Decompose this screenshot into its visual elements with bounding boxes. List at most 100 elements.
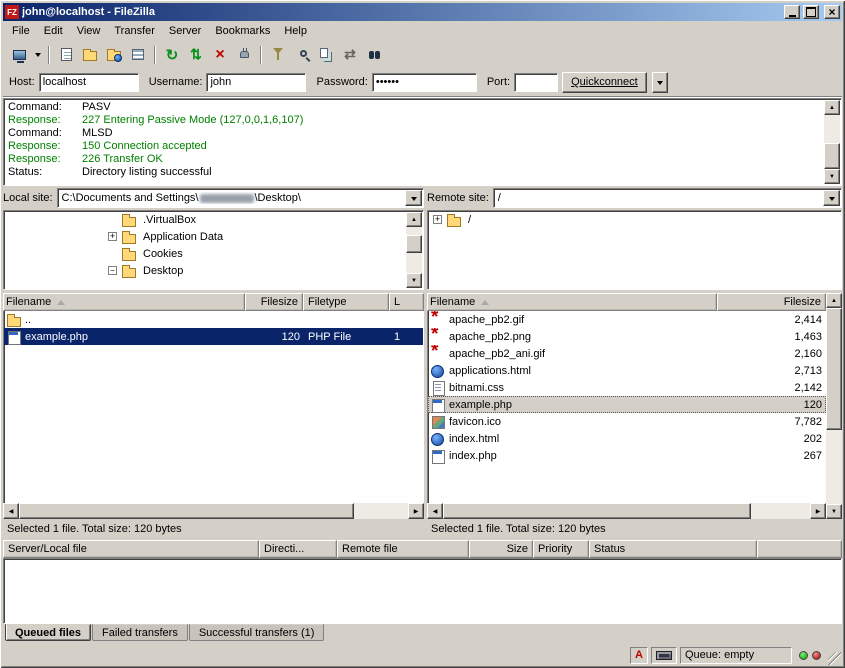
disconnect-button[interactable] bbox=[232, 44, 256, 66]
scroll-up-button[interactable] bbox=[406, 212, 422, 227]
refresh-button[interactable] bbox=[160, 44, 184, 66]
column-filename[interactable]: Filename bbox=[427, 293, 717, 311]
toggle-message-log-button[interactable] bbox=[54, 44, 78, 66]
column-filesize[interactable]: Filesize bbox=[245, 293, 303, 311]
resize-grip[interactable] bbox=[828, 652, 841, 665]
password-input[interactable] bbox=[372, 73, 477, 92]
tree-item[interactable]: Application Data bbox=[4, 228, 423, 245]
file-row[interactable]: apache_pb2.gif 2,414 bbox=[428, 311, 826, 328]
scroll-left-button[interactable] bbox=[3, 503, 19, 519]
host-input[interactable] bbox=[39, 73, 139, 92]
column-filesize[interactable]: Filesize bbox=[717, 293, 826, 311]
remote-site-combobox[interactable]: / bbox=[493, 188, 842, 208]
find-button[interactable] bbox=[290, 44, 314, 66]
filter-button[interactable] bbox=[266, 44, 290, 66]
local-horizontal-scrollbar[interactable] bbox=[3, 503, 424, 519]
scroll-down-button[interactable] bbox=[406, 273, 422, 288]
compare-button[interactable] bbox=[314, 44, 338, 66]
column-server-local-file[interactable]: Server/Local file bbox=[3, 540, 259, 558]
toggle-local-tree-button[interactable] bbox=[78, 44, 102, 66]
column-status[interactable]: Status bbox=[589, 540, 757, 558]
tree-item[interactable]: .VirtualBox bbox=[4, 211, 423, 228]
scroll-up-button[interactable] bbox=[824, 100, 840, 115]
scrollbar-thumb[interactable] bbox=[824, 143, 840, 169]
column-direction[interactable]: Directi... bbox=[259, 540, 337, 558]
username-input[interactable] bbox=[206, 73, 306, 92]
remote-site-dropdown[interactable] bbox=[823, 190, 840, 206]
menu-transfer[interactable]: Transfer bbox=[107, 23, 162, 39]
column-size[interactable]: Size bbox=[469, 540, 533, 558]
file-row-selected[interactable]: example.php 120 PHP File 1 bbox=[4, 328, 423, 345]
menu-file[interactable]: File bbox=[5, 23, 37, 39]
connection-indicators bbox=[795, 647, 825, 664]
quickconnect-bar: Host: Username: Password: Port: Quickcon… bbox=[3, 68, 842, 97]
column-remote-file[interactable]: Remote file bbox=[337, 540, 469, 558]
scrollbar-thumb[interactable] bbox=[826, 308, 842, 430]
scroll-right-button[interactable] bbox=[408, 503, 424, 519]
tree-item[interactable]: Desktop bbox=[4, 262, 423, 279]
file-row[interactable]: favicon.ico 7,782 bbox=[428, 413, 826, 430]
collapse-icon[interactable] bbox=[108, 266, 117, 275]
scroll-right-button[interactable] bbox=[810, 503, 826, 519]
maximize-button[interactable] bbox=[803, 5, 819, 19]
scrollbar-thumb[interactable] bbox=[19, 503, 354, 519]
menu-help[interactable]: Help bbox=[277, 23, 314, 39]
close-button[interactable] bbox=[824, 5, 840, 19]
file-row-selected[interactable]: example.php 120 bbox=[428, 396, 826, 413]
port-input[interactable] bbox=[514, 73, 558, 92]
column-filetype[interactable]: Filetype bbox=[303, 293, 389, 311]
remote-horizontal-scrollbar[interactable] bbox=[427, 503, 826, 519]
file-row[interactable]: index.php 267 bbox=[428, 447, 826, 464]
titlebar[interactable]: john@localhost - FileZilla bbox=[3, 3, 842, 21]
column-priority[interactable]: Priority bbox=[533, 540, 589, 558]
toggle-queue-button[interactable] bbox=[126, 44, 150, 66]
tab-queued-files[interactable]: Queued files bbox=[5, 624, 91, 641]
file-row[interactable]: index.html 202 bbox=[428, 430, 826, 447]
menu-view[interactable]: View bbox=[70, 23, 108, 39]
file-row[interactable]: apache_pb2_ani.gif 2,160 bbox=[428, 345, 826, 362]
scroll-down-button[interactable] bbox=[826, 504, 842, 519]
binoculars-button[interactable] bbox=[362, 44, 386, 66]
scroll-up-button[interactable] bbox=[826, 293, 842, 308]
tab-successful-transfers[interactable]: Successful transfers (1) bbox=[189, 624, 325, 641]
toggle-remote-tree-button[interactable] bbox=[102, 44, 126, 66]
tree-item[interactable]: Cookies bbox=[4, 245, 423, 262]
php-file-icon bbox=[6, 330, 21, 344]
cancel-icon bbox=[215, 46, 224, 64]
menubar: File Edit View Transfer Server Bookmarks… bbox=[3, 21, 842, 41]
file-row[interactable]: bitnami.css 2,142 bbox=[428, 379, 826, 396]
quickconnect-button[interactable]: Quickconnect bbox=[562, 72, 647, 93]
process-queue-button[interactable] bbox=[184, 44, 208, 66]
local-site-combobox[interactable]: C:\Documents and Settings\\Desktop\ bbox=[57, 188, 424, 208]
expand-icon[interactable] bbox=[108, 232, 117, 241]
php-file-icon bbox=[430, 398, 445, 412]
log-vertical-scrollbar[interactable] bbox=[824, 100, 840, 184]
menu-edit[interactable]: Edit bbox=[37, 23, 70, 39]
local-site-dropdown[interactable] bbox=[405, 190, 422, 206]
scrollbar-thumb[interactable] bbox=[443, 503, 751, 519]
file-row[interactable]: applications.html 2,713 bbox=[428, 362, 826, 379]
cancel-button[interactable] bbox=[208, 44, 232, 66]
queue-body[interactable] bbox=[3, 558, 842, 624]
site-manager-button[interactable] bbox=[7, 44, 31, 66]
remote-vertical-scrollbar[interactable] bbox=[826, 293, 842, 519]
scroll-down-button[interactable] bbox=[824, 169, 840, 184]
css-file-icon bbox=[430, 381, 445, 395]
menu-bookmarks[interactable]: Bookmarks bbox=[208, 23, 277, 39]
site-manager-dropdown-button[interactable] bbox=[31, 44, 44, 66]
file-row[interactable]: apache_pb2.png 1,463 bbox=[428, 328, 826, 345]
tree-vertical-scrollbar[interactable] bbox=[406, 212, 422, 288]
column-filename[interactable]: Filename bbox=[3, 293, 245, 311]
close-icon bbox=[828, 6, 835, 19]
expand-icon[interactable] bbox=[433, 215, 442, 224]
scrollbar-thumb[interactable] bbox=[406, 235, 422, 253]
minimize-button[interactable] bbox=[784, 5, 800, 19]
quickconnect-dropdown[interactable] bbox=[652, 72, 668, 93]
column-lastmodified[interactable]: L bbox=[389, 293, 424, 311]
sync-browse-button[interactable] bbox=[338, 44, 362, 66]
file-row[interactable]: .. bbox=[4, 311, 423, 328]
scroll-left-button[interactable] bbox=[427, 503, 443, 519]
tree-item[interactable]: / bbox=[428, 211, 841, 228]
tab-failed-transfers[interactable]: Failed transfers bbox=[92, 624, 188, 641]
menu-server[interactable]: Server bbox=[162, 23, 208, 39]
